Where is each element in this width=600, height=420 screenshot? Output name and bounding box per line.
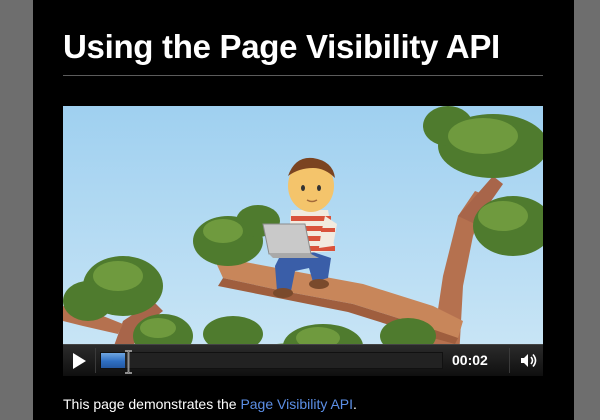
content-panel: Using the Page Visibility API 00:02 This… xyxy=(33,0,574,420)
text-cursor-icon xyxy=(125,350,132,374)
controls-divider xyxy=(95,348,96,373)
video-player[interactable]: 00:02 xyxy=(63,106,543,376)
page-visibility-api-link[interactable]: Page Visibility API xyxy=(240,396,353,412)
play-button[interactable] xyxy=(63,345,95,376)
play-icon xyxy=(73,353,86,369)
caption-suffix: . xyxy=(353,396,357,412)
page-title: Using the Page Visibility API xyxy=(63,28,500,65)
video-frame-image[interactable] xyxy=(63,106,543,376)
title-divider xyxy=(63,75,543,76)
time-display: 00:02 xyxy=(452,352,488,368)
seek-bar-fill xyxy=(101,353,125,368)
volume-button[interactable] xyxy=(513,345,543,376)
volume-icon xyxy=(521,353,537,368)
seek-bar[interactable] xyxy=(100,352,443,369)
caption-prefix: This page demonstrates the xyxy=(63,396,241,412)
controls-divider xyxy=(509,348,510,373)
video-controls: 00:02 xyxy=(63,344,543,376)
caption-text: This page demonstrates the Page Visibili… xyxy=(63,396,357,412)
